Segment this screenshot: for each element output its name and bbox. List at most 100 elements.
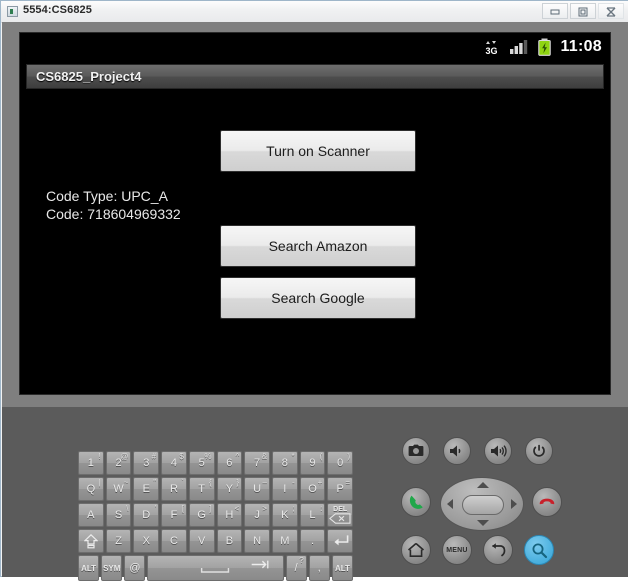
key-[interactable]: @: [124, 555, 145, 581]
key-g[interactable]: G]: [189, 503, 215, 527]
key-label: /: [295, 562, 298, 574]
key-alt-label: |: [99, 478, 101, 487]
key-alt-label: %: [204, 452, 211, 461]
key-label: M: [280, 535, 289, 547]
key-sym[interactable]: SYM: [101, 555, 122, 581]
volume-up-button[interactable]: [484, 437, 512, 465]
key-alt-label: \: [126, 504, 128, 513]
key-label: J: [254, 509, 260, 521]
volume-down-button[interactable]: [443, 437, 471, 465]
key-alt-label: ]: [209, 504, 211, 513]
svg-text:3G: 3G: [486, 46, 498, 56]
key-enter-icon[interactable]: [327, 529, 353, 553]
dpad-up-icon[interactable]: [477, 482, 489, 488]
key-label: 1: [88, 457, 94, 469]
key-label: 0: [337, 457, 343, 469]
key-9[interactable]: 9(: [300, 451, 326, 475]
key-n[interactable]: N: [244, 529, 270, 553]
key-[interactable]: ,: [309, 555, 330, 581]
key-alt[interactable]: ALT: [332, 555, 353, 581]
key-label: 6: [226, 457, 232, 469]
key-a[interactable]: A: [78, 503, 104, 527]
dpad-center-button[interactable]: [462, 495, 504, 515]
key-alt-label: *: [292, 452, 295, 461]
key-[interactable]: .: [300, 529, 326, 553]
maximize-button[interactable]: [570, 3, 596, 19]
key-r[interactable]: R`: [161, 477, 187, 501]
key-0[interactable]: 0): [327, 451, 353, 475]
key-label: ,: [318, 562, 321, 574]
key-w[interactable]: W~: [106, 477, 132, 501]
search-google-button[interactable]: Search Google: [220, 277, 416, 319]
key-alt-label: [: [182, 504, 184, 513]
key-backspace-icon[interactable]: DEL: [327, 503, 353, 527]
key-alt-label: =: [345, 478, 350, 487]
dpad-control[interactable]: [440, 477, 524, 531]
device-bezel-upper: 3G 11:08: [2, 22, 628, 407]
key-label: 8: [282, 457, 288, 469]
key-alt-label: ;: [292, 504, 294, 513]
key-label: R: [170, 483, 178, 495]
end-call-button[interactable]: [532, 487, 562, 517]
key-1[interactable]: 1!: [78, 451, 104, 475]
search-button[interactable]: [524, 535, 554, 565]
turn-on-scanner-button[interactable]: Turn on Scanner: [220, 130, 416, 172]
key-3[interactable]: 3#: [133, 451, 159, 475]
dpad-left-icon[interactable]: [447, 499, 453, 509]
key-b[interactable]: B: [217, 529, 243, 553]
key-shift-icon[interactable]: [78, 529, 104, 553]
search-amazon-button[interactable]: Search Amazon: [220, 225, 416, 267]
space-tab-icon: [148, 559, 282, 577]
key-label: Y: [226, 483, 233, 495]
power-icon: [532, 444, 546, 458]
key-8[interactable]: 8*: [272, 451, 298, 475]
key-label: .: [311, 535, 314, 547]
key-l[interactable]: L:: [300, 503, 326, 527]
minimize-button[interactable]: [542, 3, 568, 19]
key-[interactable]: /?: [286, 555, 307, 581]
key-k[interactable]: K;: [272, 503, 298, 527]
home-button[interactable]: [401, 535, 431, 565]
key-label: F: [171, 509, 178, 521]
close-button[interactable]: [598, 3, 624, 19]
key-2[interactable]: 2@: [106, 451, 132, 475]
key-y[interactable]: Y}: [217, 477, 243, 501]
key-7[interactable]: 7&: [244, 451, 270, 475]
back-button[interactable]: [483, 535, 513, 565]
key-s[interactable]: S\: [106, 503, 132, 527]
key-h[interactable]: H<: [217, 503, 243, 527]
key-f[interactable]: F[: [161, 503, 187, 527]
key-alt[interactable]: ALT: [78, 555, 99, 581]
key-c[interactable]: C: [161, 529, 187, 553]
key-alt-label: &: [262, 452, 267, 461]
key-p[interactable]: P=: [327, 477, 353, 501]
key-z[interactable]: Z: [106, 529, 132, 553]
key-x[interactable]: X: [133, 529, 159, 553]
key-u[interactable]: U–: [244, 477, 270, 501]
power-button[interactable]: [525, 437, 553, 465]
device-bezel-lower: 1!2@3#4$5%6^7&8*9(0) Q|W~E"R`T{Y}U–I-O+P…: [2, 407, 628, 577]
key-o[interactable]: O+: [300, 477, 326, 501]
key-m[interactable]: M: [272, 529, 298, 553]
key-q[interactable]: Q|: [78, 477, 104, 501]
key-6[interactable]: 6^: [217, 451, 243, 475]
app-title: CS6825_Project4: [36, 69, 142, 84]
camera-icon: [408, 444, 424, 458]
key-5[interactable]: 5%: [189, 451, 215, 475]
key-v[interactable]: V: [189, 529, 215, 553]
dpad-down-icon[interactable]: [477, 520, 489, 526]
camera-button[interactable]: [402, 437, 430, 465]
dpad-right-icon[interactable]: [511, 499, 517, 509]
key-space-tab-icon[interactable]: [147, 555, 283, 581]
back-icon: [489, 542, 507, 558]
key-d[interactable]: D': [133, 503, 159, 527]
key-t[interactable]: T{: [189, 477, 215, 501]
hardware-button-cluster: MENU: [392, 437, 572, 572]
key-i[interactable]: I-: [272, 477, 298, 501]
key-alt-label: @: [120, 452, 128, 461]
call-button[interactable]: [401, 487, 431, 517]
menu-button[interactable]: MENU: [442, 535, 472, 565]
key-e[interactable]: E": [133, 477, 159, 501]
key-j[interactable]: J>: [244, 503, 270, 527]
key-4[interactable]: 4$: [161, 451, 187, 475]
